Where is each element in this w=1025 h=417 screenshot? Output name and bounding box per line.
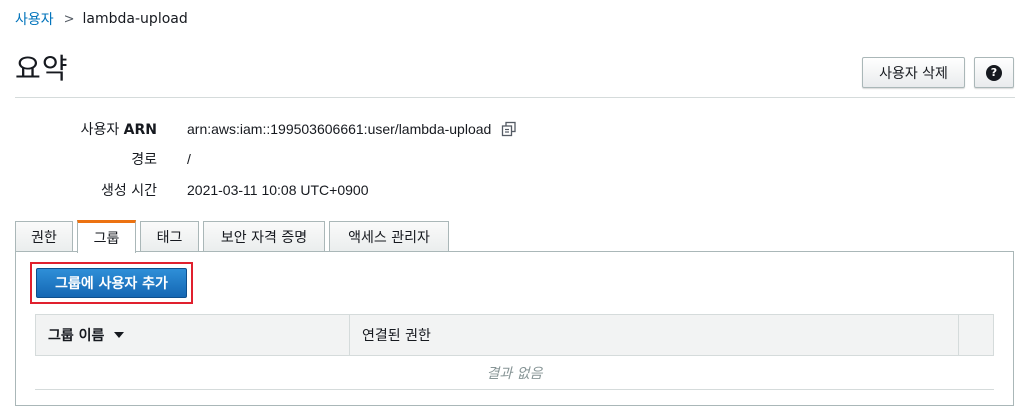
- column-header-label: 연결된 권한: [362, 328, 431, 344]
- tab-security-credentials[interactable]: 보안 자격 증명: [203, 221, 325, 252]
- column-header-spacer: [959, 315, 993, 355]
- summary-row-arn: 사용자 ARN arn:aws:iam::199503606661:user/l…: [0, 118, 700, 140]
- path-value: /: [187, 151, 191, 167]
- chevron-right-icon: >: [63, 11, 75, 27]
- sort-down-icon: [114, 332, 125, 338]
- tab-bar: 권한 그룹 태그 보안 자격 증명 액세스 관리자: [15, 220, 453, 253]
- path-label: 경로: [131, 152, 157, 168]
- column-header-label: 그룹 이름: [48, 328, 105, 344]
- arn-value: arn:aws:iam::199503606661:user/lambda-up…: [187, 121, 492, 137]
- help-button[interactable]: ?: [974, 57, 1014, 88]
- delete-user-button[interactable]: 사용자 삭제: [862, 57, 965, 88]
- groups-table: 그룹 이름 연결된 권한 결과 없음: [35, 314, 994, 390]
- arn-value-wrapper: arn:aws:iam::199503606661:user/lambda-up…: [187, 121, 517, 137]
- tab-groups[interactable]: 그룹: [77, 220, 136, 253]
- table-header: 그룹 이름 연결된 권한: [35, 314, 994, 356]
- breadcrumb: 사용자 > lambda-upload: [15, 9, 188, 29]
- empty-results: 결과 없음: [35, 356, 994, 390]
- header-divider: [15, 97, 1015, 98]
- add-user-to-group-button[interactable]: 그룹에 사용자 추가: [36, 268, 187, 298]
- breadcrumb-current: lambda-upload: [82, 11, 188, 27]
- summary-row-path: 경로 /: [0, 148, 700, 170]
- breadcrumb-users-link[interactable]: 사용자: [15, 9, 54, 29]
- tab-access-advisor[interactable]: 액세스 관리자: [329, 221, 449, 252]
- summary-row-created: 생성 시간 2021-03-11 10:08 UTC+0900: [0, 179, 700, 201]
- copy-icon[interactable]: [501, 121, 517, 137]
- page-title: 요약: [15, 52, 69, 85]
- created-value: 2021-03-11 10:08 UTC+0900: [187, 182, 369, 198]
- arn-label: 사용자 ARN: [80, 122, 157, 138]
- groups-tab-panel: 그룹에 사용자 추가 그룹 이름 연결된 권한 결과 없음: [15, 251, 1014, 406]
- tab-permissions[interactable]: 권한: [15, 221, 73, 252]
- column-header-group-name[interactable]: 그룹 이름: [36, 315, 350, 355]
- help-icon: ?: [986, 64, 1002, 81]
- tab-tags[interactable]: 태그: [140, 221, 199, 252]
- created-label: 생성 시간: [101, 183, 157, 199]
- column-header-attached-policies: 연결된 권한: [350, 315, 959, 355]
